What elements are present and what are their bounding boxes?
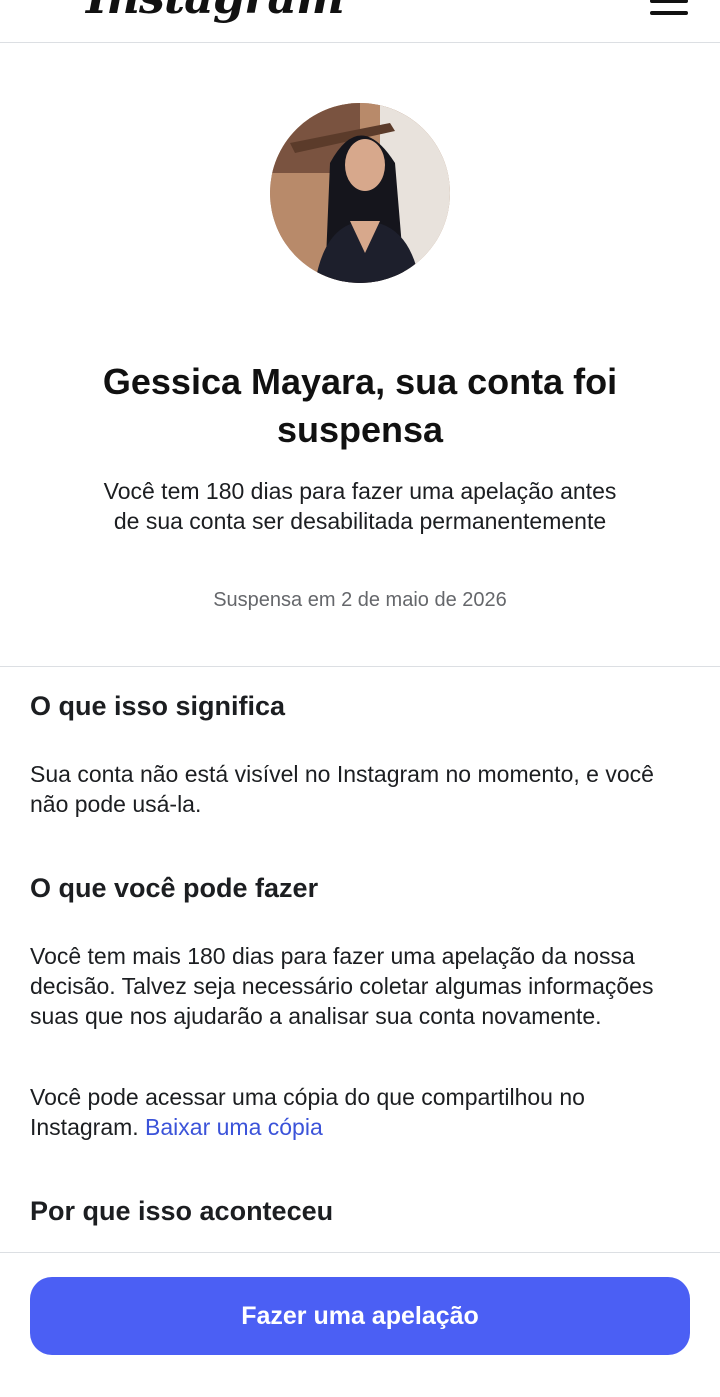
appeal-button[interactable]: Fazer uma apelação (30, 1277, 690, 1355)
section-divider (0, 666, 720, 667)
download-copy-link[interactable]: Baixar uma cópia (145, 1114, 323, 1140)
profile-photo-icon (270, 103, 450, 283)
section-heading-what-to-do: O que você pode fazer (30, 873, 319, 903)
footer-bar: Fazer uma apelação (0, 1252, 720, 1397)
section-body-meaning: Sua conta não está visível no Instagram … (30, 761, 654, 817)
suspension-date: Suspensa em 2 de maio de 2026 (213, 589, 507, 611)
download-copy-paragraph: Você pode acessar uma cópia do que compa… (30, 1082, 690, 1142)
section-heading-meaning: O que isso significa (30, 691, 286, 721)
page-title: Gessica Mayara, sua conta foi suspensa (102, 361, 618, 450)
avatar (270, 103, 450, 283)
hamburger-menu-icon[interactable] (650, 0, 688, 20)
section-body-what-to-do: Você tem mais 180 dias para fazer uma ap… (30, 943, 654, 1029)
top-bar: Instagram (0, 0, 720, 43)
suspension-notice: Você tem 180 dias para fazer uma apelaçã… (103, 478, 617, 534)
section-heading-why: Por que isso aconteceu (30, 1196, 334, 1226)
instagram-logo[interactable]: Instagram (86, 0, 345, 24)
